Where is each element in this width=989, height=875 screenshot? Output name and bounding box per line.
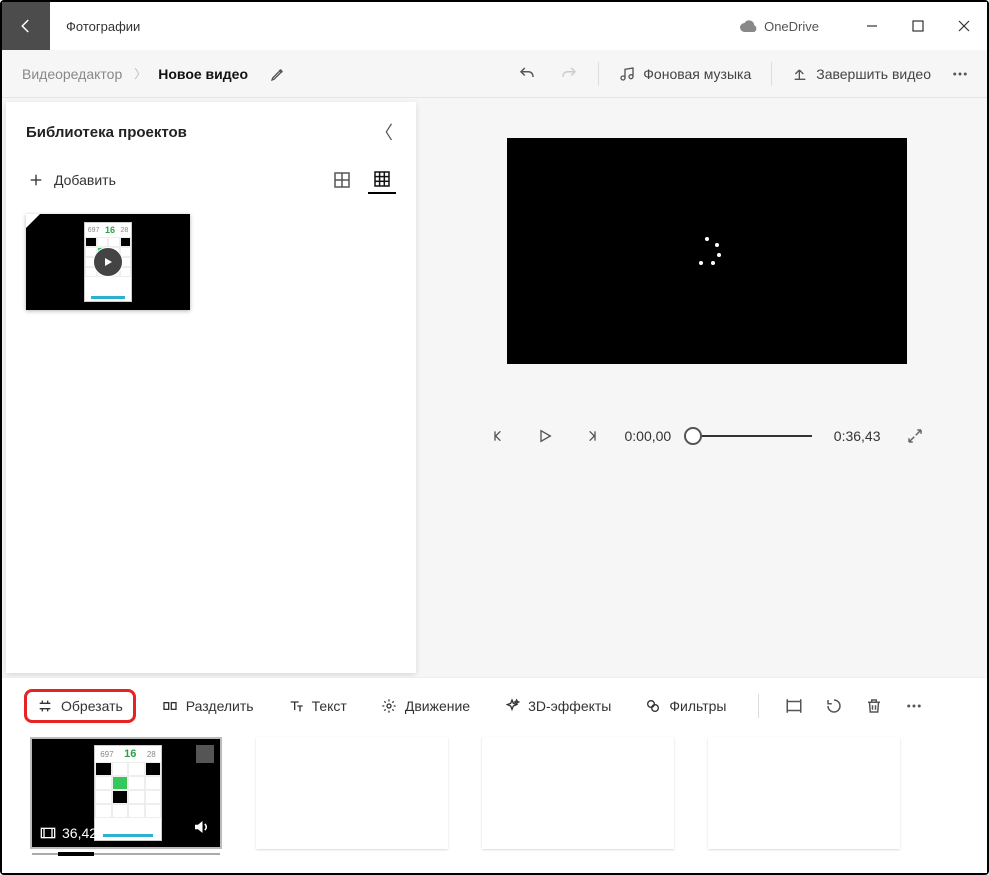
library-title: Библиотека проектов (26, 124, 187, 141)
music-icon (619, 66, 635, 82)
clip-preview: 6971628 (94, 745, 162, 841)
trim-icon (37, 698, 53, 714)
more-icon (905, 697, 923, 715)
titlebar: Фотографии OneDrive (2, 2, 987, 50)
aspect-icon (785, 697, 803, 715)
undo-icon (518, 65, 536, 83)
aspect-ratio-button[interactable] (783, 695, 805, 717)
filters-icon (645, 698, 661, 714)
fullscreen-button[interactable] (903, 424, 927, 448)
filters-label: Фильтры (669, 698, 726, 714)
chevron-right-icon: 〉 (134, 65, 146, 82)
more-button[interactable] (945, 56, 975, 92)
text-icon (288, 698, 304, 714)
finish-video-button[interactable]: Завершить видео (782, 56, 941, 92)
export-icon (792, 66, 808, 82)
app-title: Фотографии (66, 19, 140, 34)
finish-label: Завершить видео (816, 66, 931, 82)
bg-music-label: Фоновая музыка (643, 66, 751, 82)
play-overlay-icon (93, 247, 123, 277)
storyboard-more-button[interactable] (903, 695, 925, 717)
storyboard-empty-slot[interactable] (256, 737, 448, 849)
trim-button[interactable]: Обрезать (24, 689, 136, 723)
onedrive-label: OneDrive (764, 19, 819, 34)
clip-underline (32, 853, 220, 855)
more-icon (951, 65, 969, 83)
split-label: Разделить (186, 698, 254, 714)
cloud-icon (740, 20, 758, 32)
maximize-button[interactable] (895, 2, 941, 50)
undo-button[interactable] (508, 56, 546, 92)
loading-spinner-icon (693, 237, 721, 265)
plus-icon (28, 172, 44, 188)
film-icon (40, 827, 56, 839)
storyboard-empty-slot[interactable] (482, 737, 674, 849)
motion-button[interactable]: Движение (373, 689, 478, 723)
sparkle-icon (504, 698, 520, 714)
play-button[interactable] (533, 424, 557, 448)
total-time: 0:36,43 (834, 428, 881, 444)
storyboard-strip: 6971628 36,42 (2, 733, 987, 873)
breadcrumb-root[interactable]: Видеоредактор (14, 60, 130, 88)
collapse-library-button[interactable]: 〈 (372, 120, 396, 144)
next-frame-button[interactable] (579, 424, 603, 448)
speaker-icon (192, 818, 210, 836)
3d-label: 3D-эффекты (528, 698, 611, 714)
split-icon (162, 698, 178, 714)
view-large-button[interactable] (328, 166, 356, 194)
prev-frame-button[interactable] (487, 424, 511, 448)
motion-label: Движение (405, 698, 470, 714)
text-button[interactable]: Текст (280, 689, 355, 723)
clip-volume-button[interactable] (192, 818, 210, 841)
add-media-button[interactable]: Добавить (22, 168, 122, 192)
split-button[interactable]: Разделить (154, 689, 262, 723)
minimize-button[interactable] (849, 2, 895, 50)
add-label: Добавить (54, 172, 116, 188)
library-clip[interactable]: 6971628 (26, 214, 190, 310)
storyboard-toolbar: Обрезать Разделить Текст Движение 3D-эфф… (2, 677, 987, 733)
storyboard-empty-slot[interactable] (708, 737, 900, 849)
rotate-icon (825, 697, 843, 715)
back-button[interactable] (2, 2, 50, 50)
rename-button[interactable] (260, 56, 296, 92)
view-small-button[interactable] (368, 166, 396, 194)
clip-duration: 36,42 (40, 825, 97, 841)
app-window: Фотографии OneDrive Видеоредактор 〉 Ново… (0, 0, 989, 875)
selection-mark-icon (196, 745, 214, 763)
main-area: Библиотека проектов 〈 Добавить 6971628 (2, 98, 987, 677)
text-label: Текст (312, 698, 347, 714)
pencil-icon (270, 66, 286, 82)
seek-thumb[interactable] (684, 427, 702, 445)
filters-button[interactable]: Фильтры (637, 689, 734, 723)
preview-panel: 0:00,00 0:36,43 (416, 98, 987, 677)
redo-button[interactable] (550, 56, 588, 92)
trash-icon (865, 697, 883, 715)
3d-effects-button[interactable]: 3D-эффекты (496, 689, 619, 723)
video-player[interactable] (507, 138, 907, 364)
onedrive-button[interactable]: OneDrive (740, 19, 819, 34)
delete-button[interactable] (863, 695, 885, 717)
storyboard-clip[interactable]: 6971628 36,42 (30, 737, 222, 849)
rotate-button[interactable] (823, 695, 845, 717)
trim-label: Обрезать (61, 698, 123, 714)
grid-small-icon (374, 171, 390, 187)
redo-icon (560, 65, 578, 83)
seek-bar[interactable] (693, 435, 812, 437)
breadcrumb-current[interactable]: Новое видео (150, 60, 256, 88)
breadcrumb-bar: Видеоредактор 〉 Новое видео Фоновая музы… (2, 50, 987, 98)
project-library-panel: Библиотека проектов 〈 Добавить 6971628 (6, 102, 416, 673)
current-time: 0:00,00 (625, 428, 672, 444)
player-controls: 0:00,00 0:36,43 (477, 424, 937, 448)
grid-large-icon (334, 172, 350, 188)
close-button[interactable] (941, 2, 987, 50)
motion-icon (381, 698, 397, 714)
background-music-button[interactable]: Фоновая музыка (609, 56, 761, 92)
